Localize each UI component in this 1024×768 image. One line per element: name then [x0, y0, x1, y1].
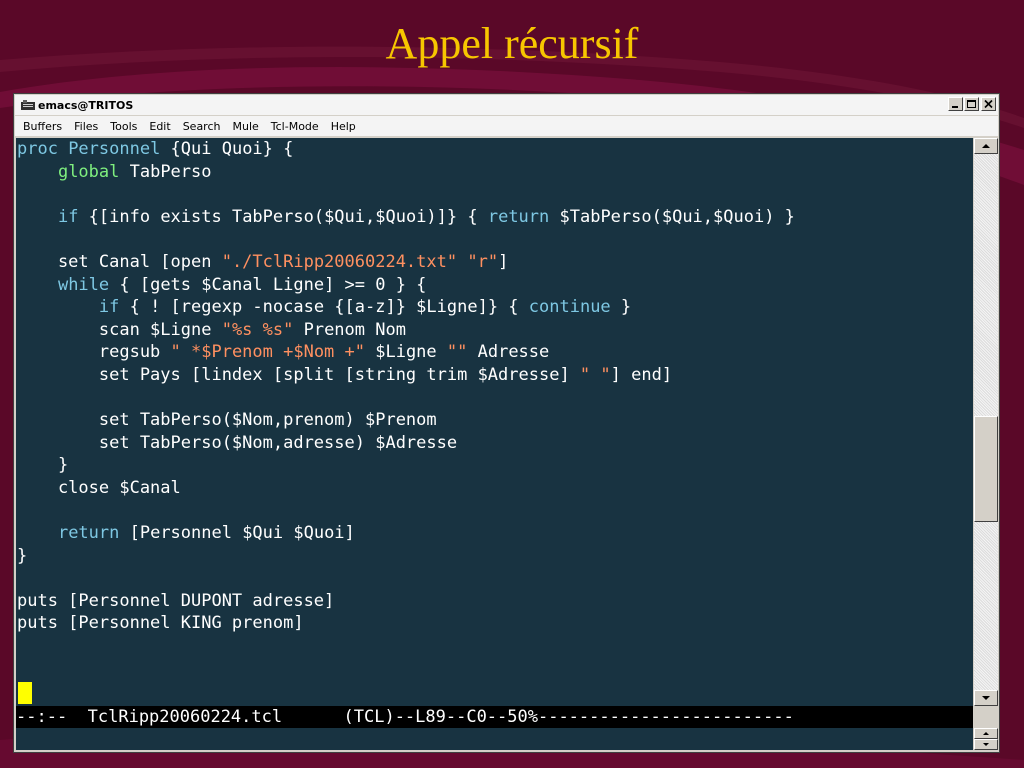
code-line: set Pays [lindex [split [string trim $Ad…: [17, 365, 672, 385]
code-token: { [gets $Canal Ligne] >= 0 } {: [109, 274, 427, 295]
code-token: {Qui Quoi} {: [160, 139, 294, 159]
scroll-down-button[interactable]: [974, 690, 998, 706]
code-token-str: "": [446, 342, 468, 363]
code-line: if { ! [regexp -nocase {[a-z]} $Ligne]} …: [17, 297, 631, 317]
code-token-str: "%s %s": [221, 319, 294, 340]
code-line: set Canal [open "./TclRipp20060224.txt" …: [17, 252, 508, 272]
code-token: puts [Personnel DUPONT adresse]: [17, 590, 335, 611]
code-token: { ! [regexp -nocase {[a-z]} $Ligne]} {: [119, 297, 529, 318]
close-button[interactable]: [981, 97, 996, 111]
scroll-up-button[interactable]: [974, 138, 998, 154]
maximize-icon: [967, 100, 976, 108]
menu-tcl-mode[interactable]: Tcl-Mode: [265, 120, 325, 133]
code-line: scan $Ligne "%s %s" Prenom Nom: [17, 320, 406, 340]
code-token: scan $Ligne: [17, 319, 222, 340]
arrow-down-icon: [982, 696, 990, 700]
code-token-str: "r": [467, 251, 499, 272]
code-line: return [Personnel $Qui $Quoi]: [17, 523, 355, 543]
maximize-button[interactable]: [964, 97, 979, 111]
code-line: puts [Personnel KING prenom]: [17, 613, 304, 633]
code-token: [Personnel $Qui $Quoi]: [119, 523, 355, 544]
minibuffer-scroll-up-button[interactable]: [974, 728, 998, 739]
code-line: global TabPerso: [17, 162, 212, 182]
menu-tools[interactable]: Tools: [104, 120, 143, 133]
text-cursor: [18, 682, 32, 704]
menu-search[interactable]: Search: [177, 120, 227, 133]
code-token: }: [17, 545, 28, 566]
arrow-down-icon: [983, 743, 989, 746]
code-line: proc Personnel {Qui Quoi} {: [17, 139, 293, 159]
code-token: set Pays [lindex [split [string trim $Ad…: [17, 364, 580, 385]
menu-mule[interactable]: Mule: [226, 120, 264, 133]
code-token: $TabPerso($Qui,$Quoi) }: [549, 206, 795, 227]
code-token-str: "./TclRipp20060224.txt": [221, 251, 458, 272]
window-title: emacs@TRITOS: [38, 98, 134, 112]
code-token: set TabPerso($Nom,prenom) $Prenom: [17, 410, 437, 431]
editor-buffer[interactable]: proc Personnel {Qui Quoi} { global TabPe…: [16, 138, 973, 706]
mode-line: --:-- TclRipp20060224.tcl (TCL)--L89--C0…: [16, 706, 973, 728]
minibuffer-scroll-down-button[interactable]: [974, 739, 998, 750]
minimize-icon: [952, 106, 958, 108]
code-line: regsub " *$Prenom +$Nom +" $Ligne "" Adr…: [17, 342, 549, 362]
vertical-scrollbar[interactable]: [974, 138, 998, 706]
slide-title: Appel récursif: [385, 19, 639, 68]
arrow-up-icon: [982, 144, 990, 148]
code-token: TabPerso: [119, 161, 212, 182]
emacs-window: emacs@TRITOS Buffers Files Tools Edit Se…: [13, 93, 1000, 753]
menu-help[interactable]: Help: [325, 120, 362, 133]
code-token-kw: continue: [528, 297, 611, 318]
code-token: set Canal [open: [17, 251, 222, 272]
code-token-kw: if: [57, 206, 79, 227]
window-titlebar[interactable]: emacs@TRITOS: [15, 95, 998, 115]
minibuffer-scrollbar[interactable]: [974, 728, 998, 750]
code-line: }: [17, 455, 68, 475]
code-token-kw: while: [57, 274, 110, 295]
menu-bar: Buffers Files Tools Edit Search Mule Tcl…: [15, 116, 998, 136]
code-token-kw: return: [57, 523, 120, 544]
code-line: }: [17, 546, 27, 566]
code-token: }: [17, 455, 69, 476]
scroll-thumb[interactable]: [974, 416, 998, 522]
code-token: set TabPerso($Nom,adresse) $Adresse: [17, 432, 458, 453]
minibuffer[interactable]: [16, 728, 973, 750]
code-token: Adresse: [467, 342, 550, 363]
code-token-kw: if: [98, 297, 120, 318]
code-token-glb: global: [57, 161, 120, 182]
menu-edit[interactable]: Edit: [143, 120, 176, 133]
code-token: ] end]: [610, 364, 673, 385]
code-token: {[info exists TabPerso($Qui,$Quoi)]} {: [78, 206, 488, 227]
code-line: set TabPerso($Nom,prenom) $Prenom: [17, 410, 437, 430]
code-line: close $Canal: [17, 478, 181, 498]
minimize-button[interactable]: [948, 97, 963, 111]
code-token: }: [610, 297, 632, 318]
code-line: set TabPerso($Nom,adresse) $Adresse: [17, 433, 457, 453]
code-token: ]: [498, 251, 509, 272]
code-token: $Ligne: [365, 342, 447, 363]
menu-files[interactable]: Files: [68, 120, 104, 133]
emacs-app-icon: [21, 100, 35, 110]
code-line: while { [gets $Canal Ligne] >= 0 } {: [17, 275, 426, 295]
code-token: puts [Personnel KING prenom]: [17, 613, 304, 634]
code-token-kw: proc: [17, 139, 69, 159]
code-token: regsub: [17, 342, 171, 363]
code-token-fn: Personnel: [68, 139, 161, 159]
code-token-kw: return: [487, 206, 550, 227]
arrow-up-icon: [983, 732, 989, 735]
code-line: puts [Personnel DUPONT adresse]: [17, 591, 334, 611]
code-text: proc Personnel {Qui Quoi} { global TabPe…: [17, 138, 795, 635]
code-token: Prenom Nom: [293, 319, 406, 340]
menu-buffers[interactable]: Buffers: [15, 120, 68, 133]
close-icon: [984, 99, 993, 109]
code-line: if {[info exists TabPerso($Qui,$Quoi)]} …: [17, 207, 795, 227]
code-token-str: " *$Prenom +$Nom +": [170, 342, 365, 363]
code-token-str: " ": [579, 364, 611, 385]
code-token: close $Canal: [17, 477, 181, 498]
